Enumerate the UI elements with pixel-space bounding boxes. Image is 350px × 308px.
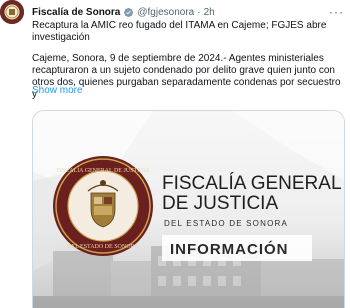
author-name[interactable]: Fiscalía de Sonora	[32, 7, 120, 18]
avatar-image	[0, 0, 24, 24]
show-more-link[interactable]: Show more	[32, 85, 83, 96]
seal-top-text: FISCALÍA GENERAL DE JUSTICIA	[57, 166, 151, 174]
verified-badge-icon	[124, 7, 134, 17]
media-title-line3: DEL ESTADO DE SONORA	[164, 219, 288, 228]
more-options-icon[interactable]: ···	[329, 6, 344, 18]
seal-bottom-text: DEL ESTADO DE SONORA	[67, 244, 139, 250]
info-badge-label: INFORMACIÓN	[170, 240, 289, 258]
tweet-headline: Recaptura la AMIC reo fugado del ITAMA e…	[32, 20, 327, 43]
timestamp[interactable]: 2h	[204, 7, 215, 18]
tweet-header: Fiscalía de Sonora @fgjesonora · 2h ···	[32, 4, 344, 20]
author-handle[interactable]: @fgjesonora	[137, 7, 194, 18]
media-title-line1: FISCALÍA GENERAL	[162, 173, 342, 194]
fiscalia-seal-logo: FISCALÍA GENERAL DE JUSTICIA DEL ESTADO …	[53, 156, 153, 256]
tweet-media-image[interactable]: FISCALÍA GENERAL DE JUSTICIA DEL ESTADO …	[32, 110, 345, 308]
media-title-line2: DE JUSTICIA	[162, 193, 278, 214]
avatar[interactable]	[0, 0, 24, 24]
media-graphic: FISCALÍA GENERAL DE JUSTICIA DEL ESTADO …	[33, 111, 344, 308]
separator-dot: ·	[197, 6, 201, 18]
